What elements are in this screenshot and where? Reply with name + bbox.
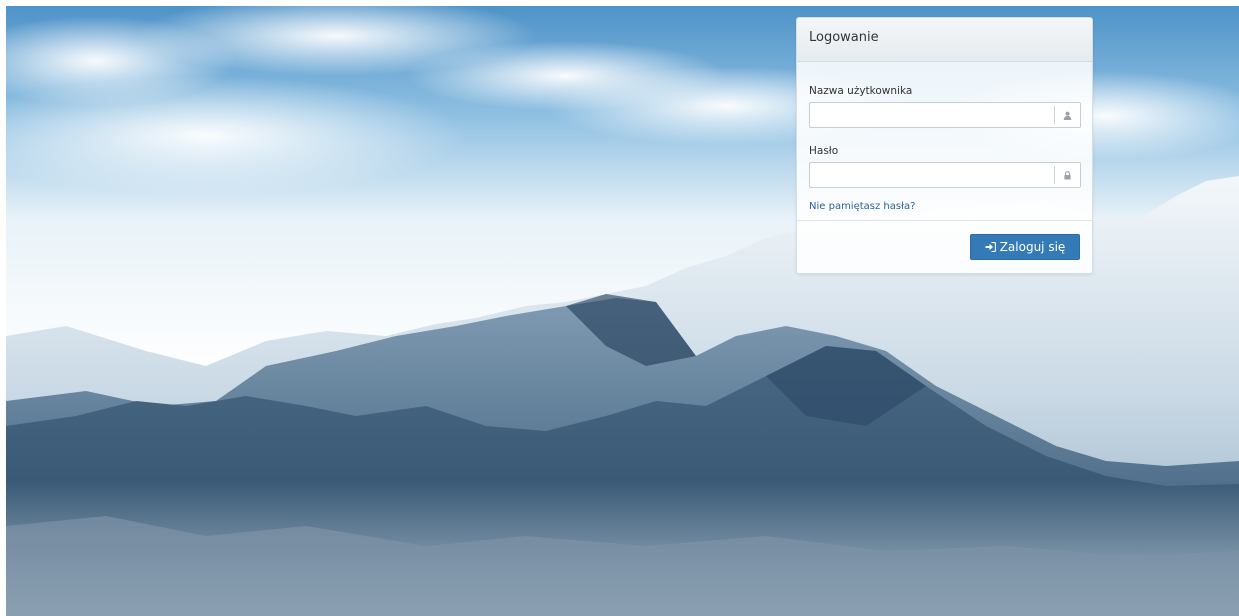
login-panel-footer: Zaloguj się xyxy=(797,221,1092,273)
login-page: Logowanie Nazwa użytkownika Hasło Nie pa… xyxy=(6,6,1239,616)
login-form: Nazwa użytkownika Hasło Nie pamiętasz ha… xyxy=(797,62,1092,221)
forgot-password-link[interactable]: Nie pamiętasz hasła? xyxy=(809,201,915,212)
username-input[interactable] xyxy=(810,103,1050,127)
sign-in-icon xyxy=(985,242,996,252)
login-panel: Logowanie Nazwa użytkownika Hasło Nie pa… xyxy=(796,17,1093,274)
username-input-group xyxy=(809,102,1081,128)
username-label: Nazwa użytkownika xyxy=(809,85,913,97)
login-panel-title: Logowanie xyxy=(797,18,1092,62)
password-label: Hasło xyxy=(809,145,839,157)
user-icon xyxy=(1054,106,1080,124)
lock-icon xyxy=(1054,166,1080,184)
password-input-group xyxy=(809,162,1081,188)
login-button[interactable]: Zaloguj się xyxy=(970,234,1080,260)
password-input[interactable] xyxy=(810,163,1050,187)
login-button-label: Zaloguj się xyxy=(999,240,1066,254)
